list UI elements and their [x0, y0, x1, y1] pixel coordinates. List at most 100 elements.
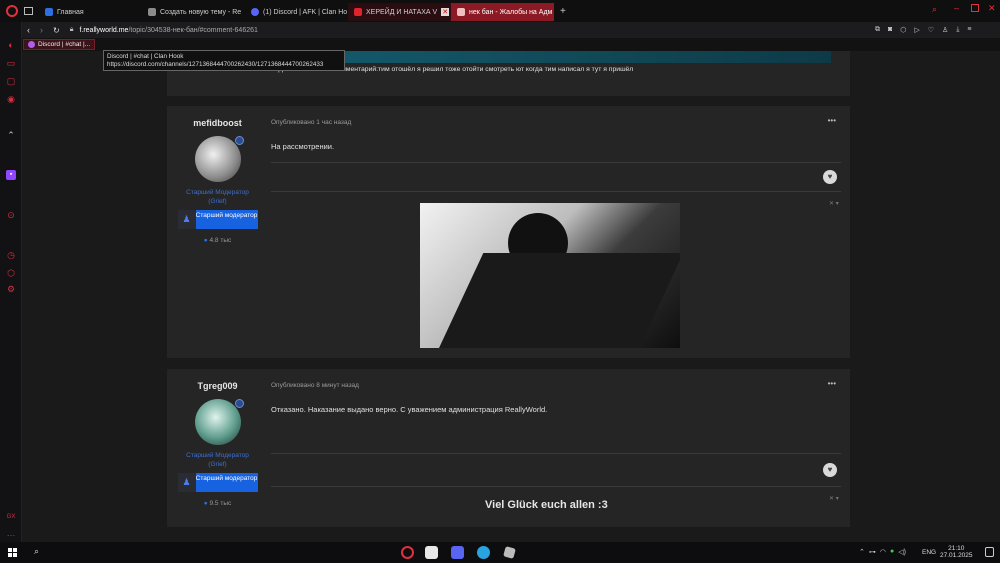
forum-page: 6. Дополнительный комментарий:тим отошёл… — [22, 51, 1000, 542]
post-card: mefidboost Старший Модератор (Grief) ♟ Ста… — [167, 106, 850, 358]
chevron-up-icon[interactable]: ⌃ — [859, 548, 865, 556]
tab-complaint[interactable]: нек бан - Жалобы на Адм — [451, 3, 554, 21]
reputation: ● 4.8 тыс — [203, 237, 232, 244]
signature-controls-icon[interactable]: ✕ ▾ — [829, 200, 839, 207]
tab-youtube[interactable]: ХЕРЕЙД И НАТАХА V ✕ — [348, 3, 451, 21]
settings-icon[interactable]: ⚙ — [6, 284, 16, 294]
comment-icon: ● — [203, 237, 208, 244]
close-window-button[interactable]: ✕ — [988, 3, 996, 14]
browser-tray-icon[interactable]: ● — [890, 548, 894, 556]
discord-taskbar-icon[interactable] — [451, 546, 464, 559]
more-sidebar-icon[interactable]: … — [6, 528, 16, 538]
camera-icon[interactable]: ◙ — [888, 26, 892, 34]
telegram-taskbar-icon[interactable] — [477, 546, 490, 559]
divider — [271, 486, 841, 487]
avatar[interactable] — [194, 136, 241, 182]
tab-discord[interactable]: (1) Discord | AFK | Clan Ho — [245, 3, 348, 21]
discord-icon — [28, 41, 35, 48]
signature-image — [420, 203, 680, 348]
author-name[interactable]: Tgreg009 — [167, 381, 268, 391]
heart-toolbar-icon[interactable]: ♡ — [928, 26, 934, 34]
notes-taskbar-icon[interactable] — [425, 546, 438, 559]
back-button[interactable]: ‹ — [27, 25, 30, 35]
volume-icon[interactable]: ◁) — [898, 548, 906, 556]
extensions-icon[interactable]: ⧉ — [875, 26, 880, 34]
gx-icon[interactable]: GX — [6, 512, 16, 522]
user-icon: ♟ — [177, 473, 196, 492]
discord-fav-icon — [251, 8, 259, 16]
tab-create-topic[interactable]: Создать новую тему - Re — [142, 3, 245, 21]
player-icon[interactable]: ⊙ — [6, 210, 16, 220]
workspace-icon[interactable] — [24, 7, 33, 15]
music-icon[interactable]: ◉ — [6, 94, 16, 104]
menu-icon[interactable]: ≡ — [967, 26, 971, 34]
user-icon: ♟ — [177, 210, 196, 229]
silhouette-body — [436, 253, 680, 348]
maximize-button[interactable] — [971, 4, 979, 12]
home-fav-icon — [45, 8, 53, 16]
aria-icon[interactable]: ◐ — [6, 40, 16, 50]
avatar[interactable] — [194, 399, 241, 445]
close-tab-icon[interactable]: ✕ — [441, 8, 450, 16]
language-indicator[interactable]: ENG — [922, 549, 936, 556]
clock[interactable]: 21:10 27.01.2025 — [940, 545, 973, 559]
heart-icon[interactable]: ♥ — [823, 463, 837, 477]
opera-logo-icon[interactable] — [6, 5, 18, 17]
account-icon[interactable]: ♙ — [942, 26, 948, 34]
role-text: Старший Модератор (Grief) — [186, 452, 249, 468]
search-tabs-icon[interactable]: ⌕ — [932, 4, 937, 15]
author-column: Tgreg009 Старший Модератор (Grief) ♟ Старш… — [167, 369, 268, 507]
more-dots-icon[interactable]: ••• — [828, 379, 836, 388]
history-icon[interactable]: ◷ — [6, 250, 16, 260]
online-status-icon — [235, 399, 244, 408]
bookmark-discord[interactable]: Discord | #chat |... — [23, 39, 96, 50]
post-content: На рассмотрении. — [271, 142, 335, 151]
new-tab-button[interactable]: + — [560, 6, 566, 17]
role-text: Старший Модератор (Grief) — [186, 189, 249, 205]
signature-text: Viel Glück euch allen :3 — [485, 499, 608, 511]
tray-icons: ⌃ ⊶ ◠ ● ◁) — [859, 548, 906, 556]
opera-gx-taskbar-icon[interactable] — [401, 546, 414, 559]
wifi-icon[interactable]: ◠ — [880, 548, 886, 556]
heart-icon[interactable]: ♥ — [823, 170, 837, 184]
youtube-fav-icon — [354, 8, 362, 16]
windows-start-icon[interactable] — [8, 548, 17, 557]
forward-button[interactable]: › — [40, 25, 43, 35]
signature-controls-icon[interactable]: ✕ ▾ — [829, 495, 839, 502]
opera-sidebar: ◐ ▭ ▢ ◉ ⌃ ▪ ⊙ ◷ ⬡ ⚙ GX … — [0, 22, 22, 542]
minimize-button[interactable]: – — [954, 3, 959, 13]
chat-icon[interactable]: ▭ — [6, 58, 16, 68]
author-name[interactable]: mefidboost — [167, 118, 268, 128]
network-icon[interactable]: ⊶ — [869, 548, 876, 556]
toolbar-icons: ⧉ ◙ ⬡ ▷ ♡ ♙ ⤓ ≡ — [875, 26, 972, 34]
author-column: mefidboost Старший Модератор (Grief) ♟ Ста… — [167, 106, 268, 244]
shield-icon[interactable]: ⬡ — [900, 26, 906, 34]
online-status-icon — [235, 136, 244, 145]
divider — [271, 453, 841, 454]
forum-fav-icon — [457, 8, 465, 16]
tab-home[interactable]: Главная — [39, 3, 142, 21]
search-icon[interactable]: ⌕ — [34, 546, 39, 557]
reputation: ● 9.5 тыс — [203, 500, 232, 507]
notifications-icon[interactable] — [985, 547, 994, 557]
address-bar: ‹ › ↻ 🔒︎ f.reallyworld.me/topic/304538-н… — [0, 22, 1000, 38]
forum-fav-icon — [148, 8, 156, 16]
reload-button[interactable]: ↻ — [53, 26, 60, 35]
download-icon[interactable]: ⤓ — [956, 26, 959, 34]
arrow-icon[interactable]: ⌃ — [6, 130, 16, 140]
bookmark-tooltip: Discord | #chat | Clan Hook https://disc… — [103, 50, 345, 71]
box-icon[interactable]: ⬡ — [6, 268, 16, 278]
post-content: Отказано. Наказание выдано верно. С уваж… — [271, 405, 548, 414]
post-meta: Опубликовано 8 минут назад — [271, 382, 359, 389]
taskbar: ⌕ ⌃ ⊶ ◠ ● ◁) ENG 21:10 27.01.2025 — [0, 542, 1000, 563]
twitch-icon[interactable]: ▪ — [6, 170, 16, 180]
play-icon[interactable]: ▷ — [914, 26, 919, 34]
divider — [271, 191, 841, 192]
video-embed-fragment — [271, 51, 831, 63]
roblox-taskbar-icon[interactable] — [503, 546, 516, 559]
divider — [271, 162, 841, 163]
more-dots-icon[interactable]: ••• — [828, 116, 836, 125]
messenger-icon[interactable]: ▢ — [6, 76, 16, 86]
comment-icon: ● — [203, 500, 208, 507]
url-field[interactable]: f.reallyworld.me/topic/304538-нек-бан/#c… — [79, 27, 257, 34]
